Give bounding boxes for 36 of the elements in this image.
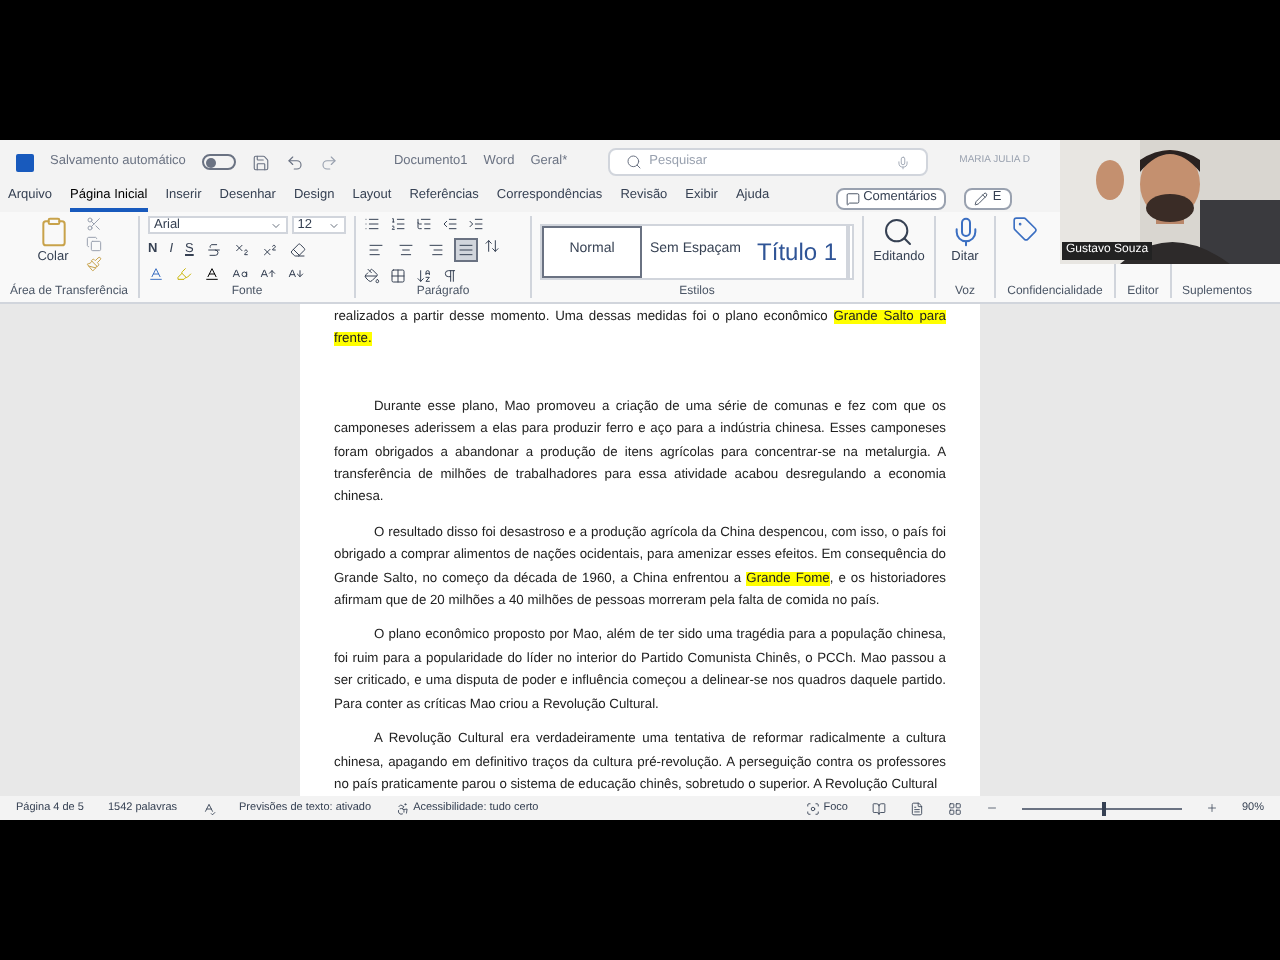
print-layout-icon[interactable]	[909, 801, 924, 815]
autosave-toggle[interactable]	[201, 154, 236, 170]
undo-icon[interactable]	[285, 153, 304, 171]
proofing-icon[interactable]	[201, 801, 216, 815]
save-icon[interactable]	[251, 153, 270, 171]
superscript-icon[interactable]	[261, 241, 278, 258]
font-color-icon[interactable]	[204, 265, 220, 282]
grow-font-icon[interactable]	[260, 265, 276, 282]
zoom-in-icon[interactable]	[1205, 802, 1218, 814]
accessibility-icon[interactable]	[395, 801, 410, 815]
numbering-icon[interactable]	[390, 216, 406, 232]
comment-icon[interactable]	[845, 191, 860, 205]
web-layout-icon[interactable]	[947, 801, 962, 815]
pilcrow-icon[interactable]	[442, 268, 458, 284]
pencil-icon[interactable]	[974, 191, 989, 205]
sort-icon[interactable]	[416, 268, 432, 284]
read-mode-icon[interactable]	[871, 801, 886, 815]
multilevel-list-icon[interactable]	[416, 216, 432, 232]
search-icon[interactable]	[882, 216, 915, 248]
change-case-icon[interactable]	[232, 265, 248, 282]
borders-icon[interactable]	[390, 268, 406, 284]
align-button[interactable]	[454, 238, 478, 262]
search-icon[interactable]	[625, 154, 642, 170]
word-logo-icon	[16, 153, 34, 171]
clear-format-icon[interactable]	[289, 241, 306, 258]
style-option[interactable]: Título 1	[749, 225, 846, 277]
focus-icon[interactable]	[805, 801, 820, 815]
shading-icon[interactable]	[364, 268, 380, 284]
shrink-font-icon[interactable]	[288, 265, 304, 282]
increase-indent-icon[interactable]	[468, 216, 484, 232]
text-effects-icon[interactable]	[148, 265, 164, 282]
subscript-icon[interactable]	[233, 241, 250, 258]
tag-icon[interactable]	[1012, 216, 1038, 242]
line-spacing-icon[interactable]	[484, 238, 500, 254]
bullets-icon[interactable]	[364, 216, 380, 232]
strikethrough-icon[interactable]	[205, 241, 222, 258]
